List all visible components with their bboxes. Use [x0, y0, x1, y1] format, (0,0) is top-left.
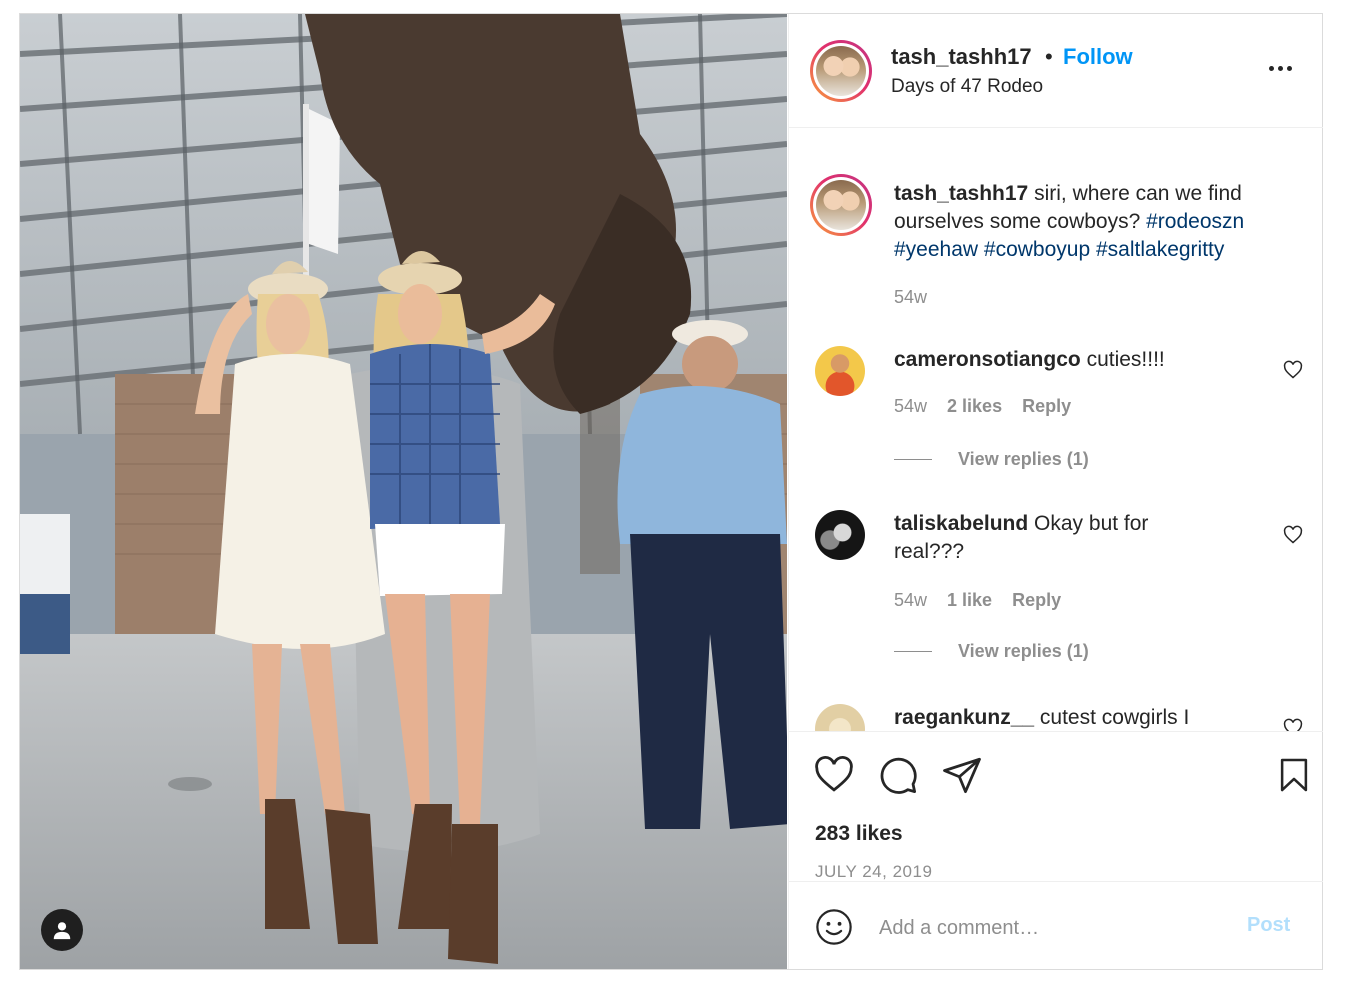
- more-horizontal-icon[interactable]: [1269, 58, 1299, 78]
- rodeo-photo-illustration: [20, 14, 787, 969]
- post-header: tash_tashh17 • Follow Days of 47 Rodeo: [789, 14, 1323, 128]
- hashtag[interactable]: #cowboyup: [984, 238, 1090, 261]
- divider-line: [894, 459, 932, 460]
- comment-meta: 54w 1 like Reply: [894, 590, 1061, 611]
- caption-text: tash_tashh17 siri, where can we find our…: [894, 180, 1294, 264]
- hashtag[interactable]: #yeehaw: [894, 238, 978, 261]
- view-replies-button[interactable]: View replies (1): [894, 641, 1089, 662]
- commenter-avatar[interactable]: [815, 510, 865, 560]
- post-date[interactable]: JULY 24, 2019: [815, 862, 932, 882]
- comment-text: cameronsotiangco cuties!!!!: [894, 346, 1294, 374]
- comment-time[interactable]: 54w: [894, 396, 927, 417]
- like-comment-heart-icon[interactable]: [1283, 718, 1303, 731]
- post-photo[interactable]: [20, 14, 787, 969]
- comment-time[interactable]: 54w: [894, 590, 927, 611]
- divider-line: [894, 651, 932, 652]
- comment-meta: 54w 2 likes Reply: [894, 396, 1071, 417]
- paper-plane-icon[interactable]: [941, 754, 983, 796]
- post-comment-button[interactable]: Post: [1247, 914, 1290, 937]
- avatar-image: [816, 46, 866, 96]
- commenter-avatar[interactable]: [815, 704, 865, 731]
- comment-body: cutest cowgirls I: [1039, 706, 1190, 729]
- caption-time[interactable]: 54w: [894, 287, 927, 308]
- view-replies-label: View replies (1): [958, 641, 1089, 661]
- post-actions: 283 likes JULY 24, 2019: [789, 731, 1323, 881]
- comment-body: cuties!!!!: [1086, 348, 1165, 371]
- tagged-user-icon[interactable]: [41, 909, 83, 951]
- comment-text: raegankunz__ cutest cowgirls I: [894, 704, 1234, 731]
- caption-meta: 54w: [894, 287, 927, 308]
- commenter-username[interactable]: taliskabelund: [894, 512, 1028, 535]
- emoji-smiley-icon[interactable]: [815, 908, 853, 946]
- heart-icon[interactable]: [813, 754, 855, 796]
- hashtag[interactable]: #rodeoszn: [1146, 210, 1244, 233]
- author-avatar[interactable]: [810, 40, 872, 102]
- post-location[interactable]: Days of 47 Rodeo: [891, 76, 1043, 98]
- reply-button[interactable]: Reply: [1022, 396, 1071, 417]
- view-replies-label: View replies (1): [958, 449, 1089, 469]
- commenter-username[interactable]: raegankunz__: [894, 706, 1034, 729]
- like-comment-heart-icon[interactable]: [1283, 525, 1303, 545]
- caption-avatar[interactable]: [810, 174, 872, 236]
- caption-username[interactable]: tash_tashh17: [894, 182, 1028, 205]
- comment-input[interactable]: [877, 912, 1231, 944]
- likes-count[interactable]: 283 likes: [815, 822, 903, 846]
- comment-likes[interactable]: 2 likes: [947, 396, 1002, 417]
- bookmark-icon[interactable]: [1275, 754, 1313, 796]
- commenter-username[interactable]: cameronsotiangco: [894, 348, 1081, 371]
- post-modal: tash_tashh17 • Follow Days of 47 Rodeo t…: [19, 13, 1323, 970]
- comment-bubble-icon[interactable]: [877, 754, 919, 796]
- add-comment-bar: Post: [789, 881, 1323, 969]
- view-replies-button[interactable]: View replies (1): [894, 449, 1089, 470]
- separator-dot: •: [1045, 44, 1053, 69]
- commenter-avatar[interactable]: [815, 346, 865, 396]
- comment-text: taliskabelund Okay but for real???: [894, 510, 1194, 566]
- author-username[interactable]: tash_tashh17: [891, 44, 1032, 70]
- post-side-panel: tash_tashh17 • Follow Days of 47 Rodeo t…: [788, 14, 1323, 969]
- comments-section[interactable]: tash_tashh17 siri, where can we find our…: [789, 128, 1323, 731]
- comment-likes[interactable]: 1 like: [947, 590, 992, 611]
- hashtag[interactable]: #saltlakegritty: [1096, 238, 1224, 261]
- avatar-image: [816, 180, 866, 230]
- follow-button[interactable]: Follow: [1063, 44, 1133, 70]
- reply-button[interactable]: Reply: [1012, 590, 1061, 611]
- like-comment-heart-icon[interactable]: [1283, 360, 1303, 380]
